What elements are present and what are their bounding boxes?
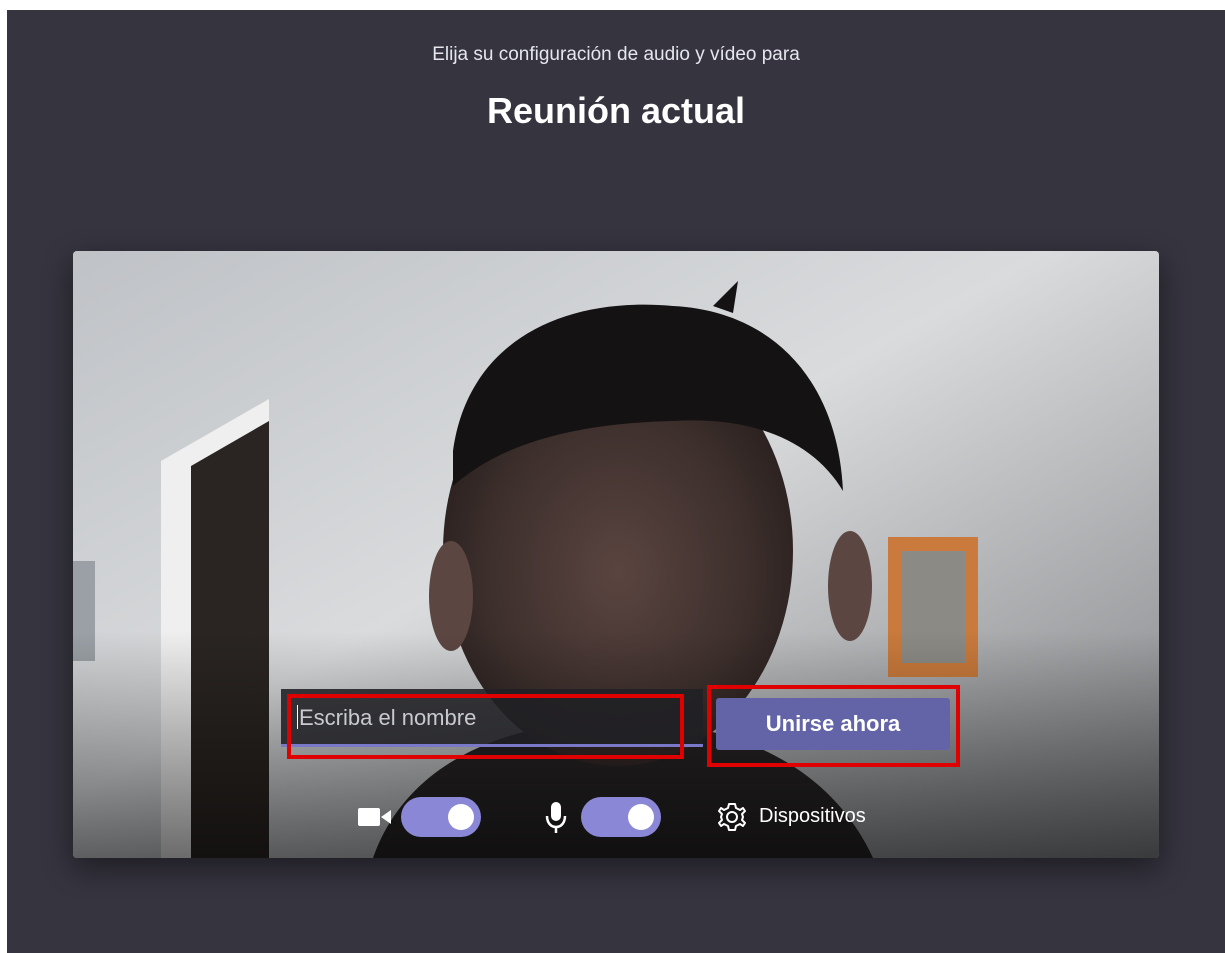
video-preview: Escriba el nombre Unirse ahora Dispositi… <box>73 251 1159 858</box>
camera-feed-image <box>73 251 1159 858</box>
meeting-title: Reunión actual <box>486 90 746 131</box>
text-caret <box>297 705 298 730</box>
video-camera-icon[interactable] <box>358 805 392 829</box>
camera-toggle-knob <box>448 804 474 830</box>
camera-toggle[interactable] <box>401 797 481 837</box>
microphone-icon[interactable] <box>545 801 567 835</box>
devices-button[interactable]: Dispositivos <box>759 805 866 828</box>
microphone-toggle-knob <box>628 804 654 830</box>
join-now-button[interactable]: Unirse ahora <box>716 698 950 750</box>
media-controls: Dispositivos <box>73 797 1159 845</box>
name-input[interactable]: Escriba el nombre <box>281 689 703 747</box>
pre-join-screen: Elija su configuración de audio y vídeo … <box>7 10 1225 953</box>
microphone-toggle[interactable] <box>581 797 661 837</box>
subtitle: Elija su configuración de audio y vídeo … <box>432 44 800 65</box>
name-input-placeholder: Escriba el nombre <box>299 705 477 730</box>
gear-icon[interactable] <box>716 801 748 833</box>
